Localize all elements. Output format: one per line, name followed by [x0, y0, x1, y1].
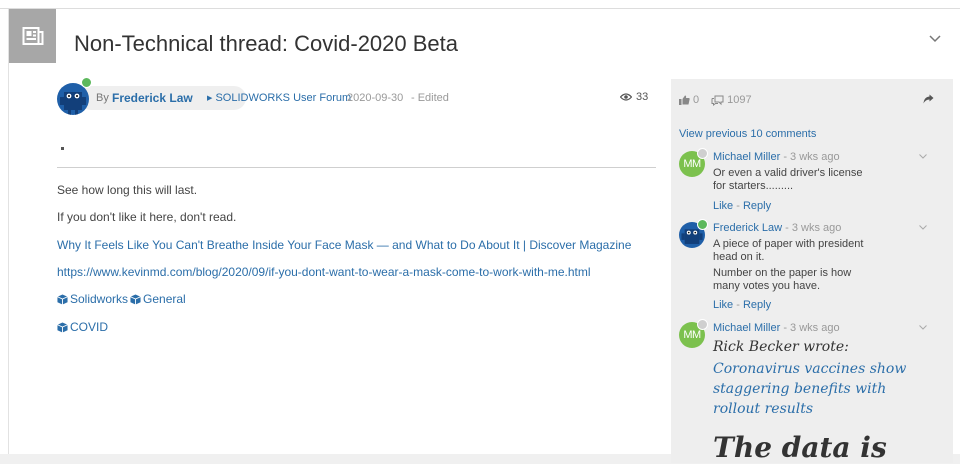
comment-author-link[interactable]: Frederick Law: [713, 222, 782, 234]
chevron-down-icon[interactable]: [929, 35, 941, 43]
tag-link[interactable]: COVID: [57, 320, 108, 334]
tag-list: Solidworks General: [57, 292, 188, 306]
cube-icon: [130, 293, 141, 305]
chevron-down-icon[interactable]: [919, 325, 927, 330]
like-link[interactable]: Like: [713, 200, 733, 212]
quote-author: Rick Becker wrote:: [713, 339, 849, 355]
post-date: 2020-09-30: [347, 92, 404, 104]
offline-status-dot: [697, 319, 708, 330]
action-separator: -: [736, 299, 740, 311]
quote-heading: The data is: [713, 431, 887, 464]
comment-text: Or even a valid driver's license for sta…: [713, 167, 863, 192]
view-count-value: 33: [636, 91, 649, 103]
view-count: 33: [620, 91, 648, 103]
tag-list: COVID: [57, 320, 110, 334]
comment-actions: Like - Reply: [713, 200, 771, 212]
comment-header: Michael Miller - 3 wks ago: [713, 322, 840, 334]
comment-author-link[interactable]: Michael Miller: [713, 322, 780, 334]
post-stats: 0 1097: [679, 93, 764, 107]
online-status-dot: [697, 219, 708, 230]
reply-link[interactable]: Reply: [743, 299, 771, 311]
eye-icon: [620, 93, 632, 101]
view-previous-comments-link[interactable]: View previous 10 comments: [679, 128, 816, 140]
post-dot: [61, 147, 64, 150]
comment-header: Michael Miller - 3 wks ago: [713, 151, 840, 163]
comment-time: - 3 wks ago: [783, 151, 840, 163]
offline-status-dot: [697, 148, 708, 159]
reply-link[interactable]: Reply: [743, 200, 771, 212]
post-body-line: See how long this will last.: [57, 183, 198, 197]
chevron-down-icon[interactable]: [919, 154, 927, 159]
forum-link[interactable]: SOLIDWORKS User Forum: [215, 92, 351, 104]
quote-article-link[interactable]: Coronavirus vaccines show staggering ben…: [713, 359, 913, 419]
edited-label: - Edited: [411, 92, 449, 104]
chevron-down-icon[interactable]: [919, 225, 927, 230]
top-strip: [0, 0, 960, 9]
post-meta: By Frederick Law ▶ SOLIDWORKS User Forum…: [57, 73, 663, 119]
caret-right-icon: ▶: [207, 95, 213, 102]
author-link[interactable]: Frederick Law: [112, 91, 193, 105]
comment-text: Number on the paper is how many votes yo…: [713, 267, 852, 292]
like-count[interactable]: 0: [679, 94, 699, 106]
post-card: Non-Technical thread: Covid-2020 Beta By…: [8, 9, 960, 464]
cube-icon: [57, 321, 68, 333]
forum-breadcrumb[interactable]: ▶ SOLIDWORKS User Forum: [207, 92, 351, 104]
reply-count-value: 1097: [727, 94, 752, 106]
left-gutter: [0, 9, 8, 454]
comment-actions: Like - Reply: [713, 299, 771, 311]
comment-time: - 3 wks ago: [785, 222, 842, 234]
article-link[interactable]: Why It Feels Like You Can't Breathe Insi…: [57, 238, 631, 252]
tag-link[interactable]: Solidworks: [57, 292, 128, 306]
comment-time: - 3 wks ago: [783, 322, 840, 334]
post-title: Non-Technical thread: Covid-2020 Beta: [74, 31, 459, 56]
newspaper-icon: [22, 27, 43, 45]
share-icon[interactable]: [923, 94, 934, 104]
post-type-badge: [9, 9, 56, 63]
like-link[interactable]: Like: [713, 299, 733, 311]
post-body-line: If you don't like it here, don't read.: [57, 210, 237, 224]
comments-icon: [711, 95, 724, 106]
online-status-dot: [81, 77, 92, 88]
tag-link[interactable]: General: [130, 292, 186, 306]
cube-icon: [57, 293, 68, 305]
url-link[interactable]: https://www.kevinmd.com/blog/2020/09/if-…: [57, 265, 591, 279]
tag-label[interactable]: General: [143, 292, 186, 306]
tag-label[interactable]: COVID: [70, 320, 108, 334]
content-divider: [57, 167, 656, 168]
like-count-value: 0: [693, 94, 700, 106]
reply-count[interactable]: 1097: [711, 94, 752, 106]
comment-text: A piece of paper with president head on …: [713, 238, 864, 263]
by-label: By: [96, 92, 109, 104]
comment-header: Frederick Law - 3 wks ago: [713, 222, 841, 234]
tag-label[interactable]: Solidworks: [70, 292, 128, 306]
comment-author-link[interactable]: Michael Miller: [713, 151, 780, 163]
action-separator: -: [736, 200, 740, 212]
thumbs-up-icon: [679, 95, 690, 105]
comments-sidebar: 0 1097 View previous 10 comments MM Mich…: [671, 79, 953, 464]
